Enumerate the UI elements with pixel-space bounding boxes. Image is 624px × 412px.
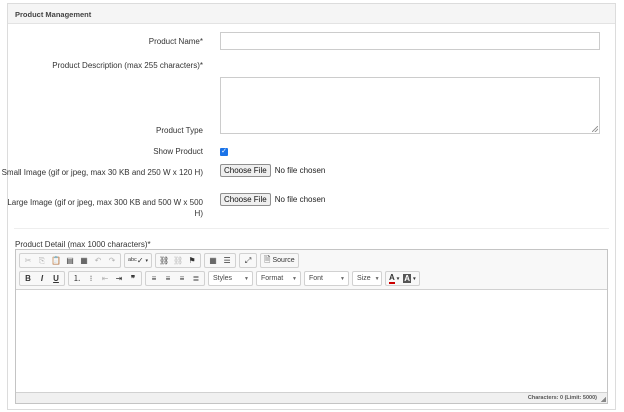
section-divider — [14, 228, 609, 229]
spellcheck-icon[interactable]: ᵃᵇᶜ✓ ▾ — [126, 254, 150, 267]
large-image-file-input[interactable]: Choose File No file chosen — [220, 193, 325, 206]
paste-word-icon[interactable]: ▦ — [77, 254, 91, 267]
source-button[interactable]: 🗎 Source — [262, 254, 297, 267]
spellcheck-group: ᵃᵇᶜ✓ ▾ — [124, 253, 153, 268]
color-group: A ▾ A ▾ — [385, 271, 420, 286]
link-group: ⛓ ⛓ ⚑ — [155, 253, 202, 268]
small-image-choose-file-button[interactable]: Choose File — [220, 164, 271, 177]
italic-icon[interactable]: I — [35, 272, 49, 285]
clipboard-group: ✂ ⎘ 📋 ▤ ▦ ↶ ↷ — [19, 253, 121, 268]
copy-icon[interactable]: ⎘ — [35, 254, 49, 267]
justify-icon[interactable]: ≣ — [189, 272, 203, 285]
bold-icon[interactable]: B — [21, 272, 35, 285]
checkmark-icon: ✓ — [221, 148, 227, 155]
link-icon[interactable]: ⛓ — [157, 254, 171, 267]
toolbar-row-2: B I U ⒈ ⁝ ⇤ ⇥ ❞ ≡ ≡ ≡ ≣ Styles ▼ Format … — [19, 270, 604, 287]
resize-grip-icon[interactable] — [601, 397, 606, 402]
product-type-label: Product Type — [156, 126, 203, 135]
indent-icon[interactable]: ⇥ — [112, 272, 126, 285]
toolbar-row-1: ✂ ⎘ 📋 ▤ ▦ ↶ ↷ ᵃᵇᶜ✓ ▾ ⛓ ⛓ ⚑ ▦ ☰ ⤢ 🗎 Sourc… — [19, 252, 604, 269]
chevron-down-icon: ▼ — [292, 275, 297, 282]
large-image-label: Large Image (gif or jpeg, max 300 KB and… — [7, 198, 203, 218]
source-icon: 🗎 — [264, 254, 271, 264]
source-group: 🗎 Source — [260, 253, 299, 268]
format-dropdown-label: Format — [261, 275, 284, 282]
redo-icon[interactable]: ↷ — [105, 254, 119, 267]
product-description-textarea[interactable] — [220, 77, 600, 134]
table-icon[interactable]: ▦ — [206, 254, 220, 267]
product-detail-label: Product Detail (max 1000 characters)* — [15, 240, 151, 249]
rich-text-editor: ✂ ⎘ 📋 ▤ ▦ ↶ ↷ ᵃᵇᶜ✓ ▾ ⛓ ⛓ ⚑ ▦ ☰ ⤢ 🗎 Sourc… — [15, 249, 608, 404]
basic-styles-group: B I U — [19, 271, 65, 286]
anchor-icon[interactable]: ⚑ — [185, 254, 199, 267]
undo-icon[interactable]: ↶ — [91, 254, 105, 267]
size-dropdown[interactable]: Size ▼ — [352, 271, 382, 286]
view-group: ⤢ — [239, 253, 258, 268]
cut-icon[interactable]: ✂ — [21, 254, 35, 267]
product-name-label: Product Name* — [148, 37, 203, 46]
source-label: Source — [272, 257, 295, 264]
list-group: ⒈ ⁝ ⇤ ⇥ ❞ — [68, 271, 142, 286]
large-image-file-status: No file chosen — [274, 195, 326, 204]
align-left-icon[interactable]: ≡ — [147, 272, 161, 285]
styles-dropdown[interactable]: Styles ▼ — [208, 271, 253, 286]
show-product-checkbox[interactable]: ✓ — [220, 148, 228, 156]
align-group: ≡ ≡ ≡ ≣ — [145, 271, 205, 286]
insert-group: ▦ ☰ — [204, 253, 237, 268]
character-count: Characters: 0 (Limit: 5000) — [527, 395, 597, 401]
unlink-icon[interactable]: ⛓ — [171, 254, 185, 267]
size-dropdown-label: Size — [357, 275, 371, 282]
outdent-icon[interactable]: ⇤ — [98, 272, 112, 285]
panel-title: Product Management — [8, 4, 615, 24]
horizontal-line-icon[interactable]: ☰ — [220, 254, 234, 267]
underline-icon[interactable]: U — [49, 272, 63, 285]
product-name-input[interactable] — [220, 32, 600, 50]
maximize-icon[interactable]: ⤢ — [241, 254, 255, 267]
editor-toolbar: ✂ ⎘ 📋 ▤ ▦ ↶ ↷ ᵃᵇᶜ✓ ▾ ⛓ ⛓ ⚑ ▦ ☰ ⤢ 🗎 Sourc… — [16, 250, 607, 290]
product-management-panel: Product Management Product Name* Product… — [2, 3, 616, 410]
chevron-down-icon: ▼ — [340, 275, 345, 282]
show-product-label: Show Product — [153, 147, 203, 156]
resize-grip-icon[interactable] — [592, 126, 598, 132]
small-image-file-status: No file chosen — [274, 166, 326, 175]
format-dropdown[interactable]: Format ▼ — [256, 271, 301, 286]
small-image-label: Small Image (gif or jpeg, max 30 KB and … — [1, 168, 203, 177]
align-center-icon[interactable]: ≡ — [161, 272, 175, 285]
text-color-icon[interactable]: A ▾ — [387, 272, 401, 285]
paste-icon[interactable]: 📋 — [49, 254, 63, 267]
chevron-down-icon: ▼ — [374, 275, 380, 282]
small-image-file-input[interactable]: Choose File No file chosen — [220, 164, 325, 177]
align-right-icon[interactable]: ≡ — [175, 272, 189, 285]
font-dropdown[interactable]: Font ▼ — [304, 271, 349, 286]
editor-status-bar: Characters: 0 (Limit: 5000) — [16, 392, 607, 403]
large-image-choose-file-button[interactable]: Choose File — [220, 193, 271, 206]
numbered-list-icon[interactable]: ⒈ — [70, 272, 84, 285]
bulleted-list-icon[interactable]: ⁝ — [84, 272, 98, 285]
chevron-down-icon: ▼ — [244, 275, 249, 282]
editor-content-area[interactable] — [16, 290, 607, 392]
background-color-icon[interactable]: A ▾ — [401, 272, 417, 285]
blockquote-icon[interactable]: ❞ — [126, 272, 140, 285]
paste-text-icon[interactable]: ▤ — [63, 254, 77, 267]
styles-dropdown-label: Styles — [213, 275, 233, 282]
product-description-label: Product Description (max 255 characters)… — [52, 61, 203, 70]
font-dropdown-label: Font — [309, 275, 324, 282]
